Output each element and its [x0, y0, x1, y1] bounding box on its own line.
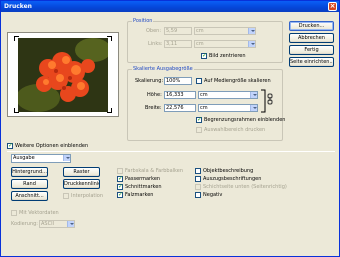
encoding-select[interactable]: ASCII: [39, 220, 75, 228]
left-unit-value: cm: [196, 41, 204, 47]
width-unit-value: cm: [200, 105, 208, 111]
encoding-value: ASCII: [41, 221, 55, 227]
width-unit-select[interactable]: cm: [198, 104, 258, 112]
preview-image: [18, 38, 108, 112]
chain-link-icon[interactable]: [267, 93, 273, 105]
crop-corner-tr: [107, 36, 112, 41]
transfer-button[interactable]: Druckkennlinie: [63, 179, 100, 189]
background-button[interactable]: Hintergrund...: [11, 167, 48, 177]
cancel-button[interactable]: Abbrechen: [289, 33, 334, 43]
description-label: Objektbeschreibung: [203, 168, 254, 174]
bounding-box-label: Begrenzungsrahmen einblenden: [204, 117, 286, 123]
negative-label: Negativ: [203, 192, 223, 198]
crop-corner-bl: [14, 108, 19, 113]
calibration-bars-checkbox[interactable]: [117, 168, 123, 174]
registration-marks-label: Passermarken: [125, 176, 161, 182]
close-button[interactable]: ×: [328, 2, 337, 11]
height-unit-value: cm: [200, 92, 208, 98]
title-bar: Drucken ×: [1, 1, 339, 12]
include-vector-label: Mit Vektordaten: [19, 210, 59, 216]
include-vector-checkbox[interactable]: [11, 210, 17, 216]
output-mode-select[interactable]: Ausgabe: [11, 154, 71, 163]
width-input[interactable]: 22,576: [164, 104, 196, 112]
left-unit-select[interactable]: cm: [194, 40, 256, 48]
calibration-bars-label: Farbskala & Farbbalken: [125, 168, 184, 174]
print-selection-checkbox[interactable]: [196, 127, 202, 133]
separator: [7, 151, 335, 152]
interpolation-checkbox[interactable]: [63, 193, 69, 199]
chevron-down-icon: [248, 41, 255, 47]
bleed-button[interactable]: Anschnitt...: [11, 191, 48, 201]
center-crop-marks-label: Falzmarken: [125, 192, 154, 198]
more-options-label: Weitere Optionen einblenden: [15, 143, 89, 149]
chevron-down-icon: [248, 28, 255, 34]
labels-checkbox[interactable]: [195, 176, 201, 182]
description-checkbox[interactable]: [195, 168, 201, 174]
print-dialog: Drucken × Position Oben: 5,59 cm Links: …: [0, 0, 340, 257]
negative-checkbox[interactable]: [195, 192, 201, 198]
left-label: Links:: [148, 41, 163, 47]
emulsion-down-label: Schichtseite unten (Seitenrichtig): [203, 184, 287, 190]
height-unit-select[interactable]: cm: [198, 91, 258, 99]
window-title: Drucken: [4, 3, 32, 10]
crop-corner-tl: [14, 36, 19, 41]
page-setup-button[interactable]: Seite einrichten...: [289, 57, 334, 67]
chevron-down-icon: [250, 105, 257, 111]
output-mode-value: Ausgabe: [13, 155, 35, 161]
scale-input[interactable]: 100%: [164, 77, 192, 85]
bounding-box-checkbox[interactable]: [196, 116, 202, 123]
chevron-down-icon: [250, 92, 257, 98]
top-input[interactable]: 5,59: [164, 27, 192, 35]
scaled-size-legend: Skalierte Ausgabegröße: [132, 66, 194, 72]
top-unit-value: cm: [196, 28, 204, 34]
top-label: Oben:: [146, 28, 162, 34]
screen-button[interactable]: Raster: [63, 167, 100, 177]
crop-corner-br: [107, 108, 112, 113]
fit-media-label: Auf Mediengröße skalieren: [204, 78, 271, 84]
print-preview[interactable]: [7, 32, 119, 117]
corner-crop-marks-label: Schnittmarken: [125, 184, 162, 190]
center-image-checkbox[interactable]: [201, 52, 207, 59]
done-button[interactable]: Fertig: [289, 45, 334, 55]
emulsion-down-checkbox[interactable]: [195, 184, 201, 190]
chevron-down-icon: [67, 221, 74, 227]
height-label: Höhe:: [147, 92, 162, 98]
interpolation-label: Interpolation: [71, 193, 103, 199]
print-selection-label: Auswahlbereich drucken: [204, 127, 266, 133]
labels-label: Auszugsbeschriftungen: [203, 176, 262, 182]
border-button[interactable]: Rand: [11, 179, 48, 189]
encoding-label: Kodierung:: [11, 221, 38, 227]
more-options-checkbox[interactable]: [7, 142, 13, 149]
fit-media-checkbox[interactable]: [196, 78, 202, 84]
scale-label: Skalierung:: [135, 78, 164, 84]
corner-crop-marks-checkbox[interactable]: [117, 183, 123, 190]
print-button[interactable]: Drucken...: [289, 21, 334, 31]
height-input[interactable]: 16,333: [164, 91, 196, 99]
registration-marks-checkbox[interactable]: [117, 175, 123, 182]
top-unit-select[interactable]: cm: [194, 27, 256, 35]
chevron-down-icon: [63, 155, 70, 161]
center-crop-marks-checkbox[interactable]: [117, 191, 123, 198]
flower-photo: [18, 38, 108, 112]
center-image-label: Bild zentrieren: [209, 53, 246, 59]
left-input[interactable]: 3,11: [164, 40, 192, 48]
width-label: Breite:: [145, 105, 162, 111]
position-legend: Position: [132, 18, 154, 24]
